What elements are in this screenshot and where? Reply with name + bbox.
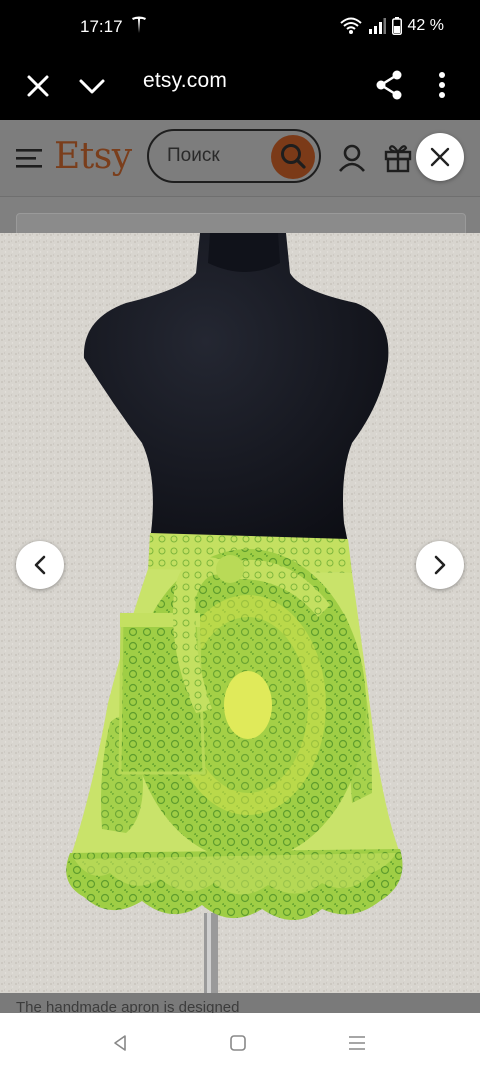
status-time: 17:17 bbox=[80, 17, 123, 36]
share-icon[interactable] bbox=[373, 68, 405, 102]
back-icon[interactable] bbox=[110, 1033, 130, 1053]
more-vert-icon[interactable] bbox=[430, 68, 454, 102]
description-text: The handmade apron is designed bbox=[16, 999, 240, 1013]
description-strip: The handmade apron is designed bbox=[0, 993, 480, 1013]
product-image[interactable] bbox=[0, 233, 480, 993]
recents-icon[interactable] bbox=[348, 1034, 366, 1052]
etsy-logo[interactable]: Etsy bbox=[54, 136, 132, 177]
gallery-close-button[interactable] bbox=[416, 133, 464, 181]
search-input[interactable] bbox=[167, 145, 267, 167]
menu-icon[interactable] bbox=[16, 147, 42, 169]
search-button[interactable] bbox=[271, 135, 315, 179]
wifi-icon bbox=[339, 17, 362, 34]
close-icon bbox=[430, 147, 450, 167]
next-image-button[interactable] bbox=[416, 541, 464, 589]
chevron-down-icon[interactable] bbox=[76, 70, 108, 102]
chevron-right-icon bbox=[434, 555, 446, 575]
gift-icon[interactable] bbox=[383, 141, 413, 173]
battery-icon bbox=[391, 17, 402, 35]
signal-icon bbox=[368, 18, 386, 34]
status-icons: 42 % bbox=[339, 17, 444, 35]
search-box[interactable] bbox=[147, 129, 321, 183]
status-bar: 17:17 42 % bbox=[0, 0, 480, 54]
battery-percent: 42 % bbox=[407, 17, 444, 34]
android-nav-bar bbox=[0, 1013, 480, 1072]
tesla-icon bbox=[132, 16, 146, 33]
close-icon[interactable] bbox=[22, 70, 54, 102]
search-icon bbox=[281, 144, 306, 169]
url-text[interactable]: etsy.com bbox=[143, 69, 227, 93]
browser-toolbar: etsy.com bbox=[0, 54, 480, 120]
chevron-left-icon bbox=[34, 555, 46, 575]
home-icon[interactable] bbox=[229, 1034, 247, 1052]
user-icon[interactable] bbox=[337, 143, 367, 173]
previous-image-button[interactable] bbox=[16, 541, 64, 589]
